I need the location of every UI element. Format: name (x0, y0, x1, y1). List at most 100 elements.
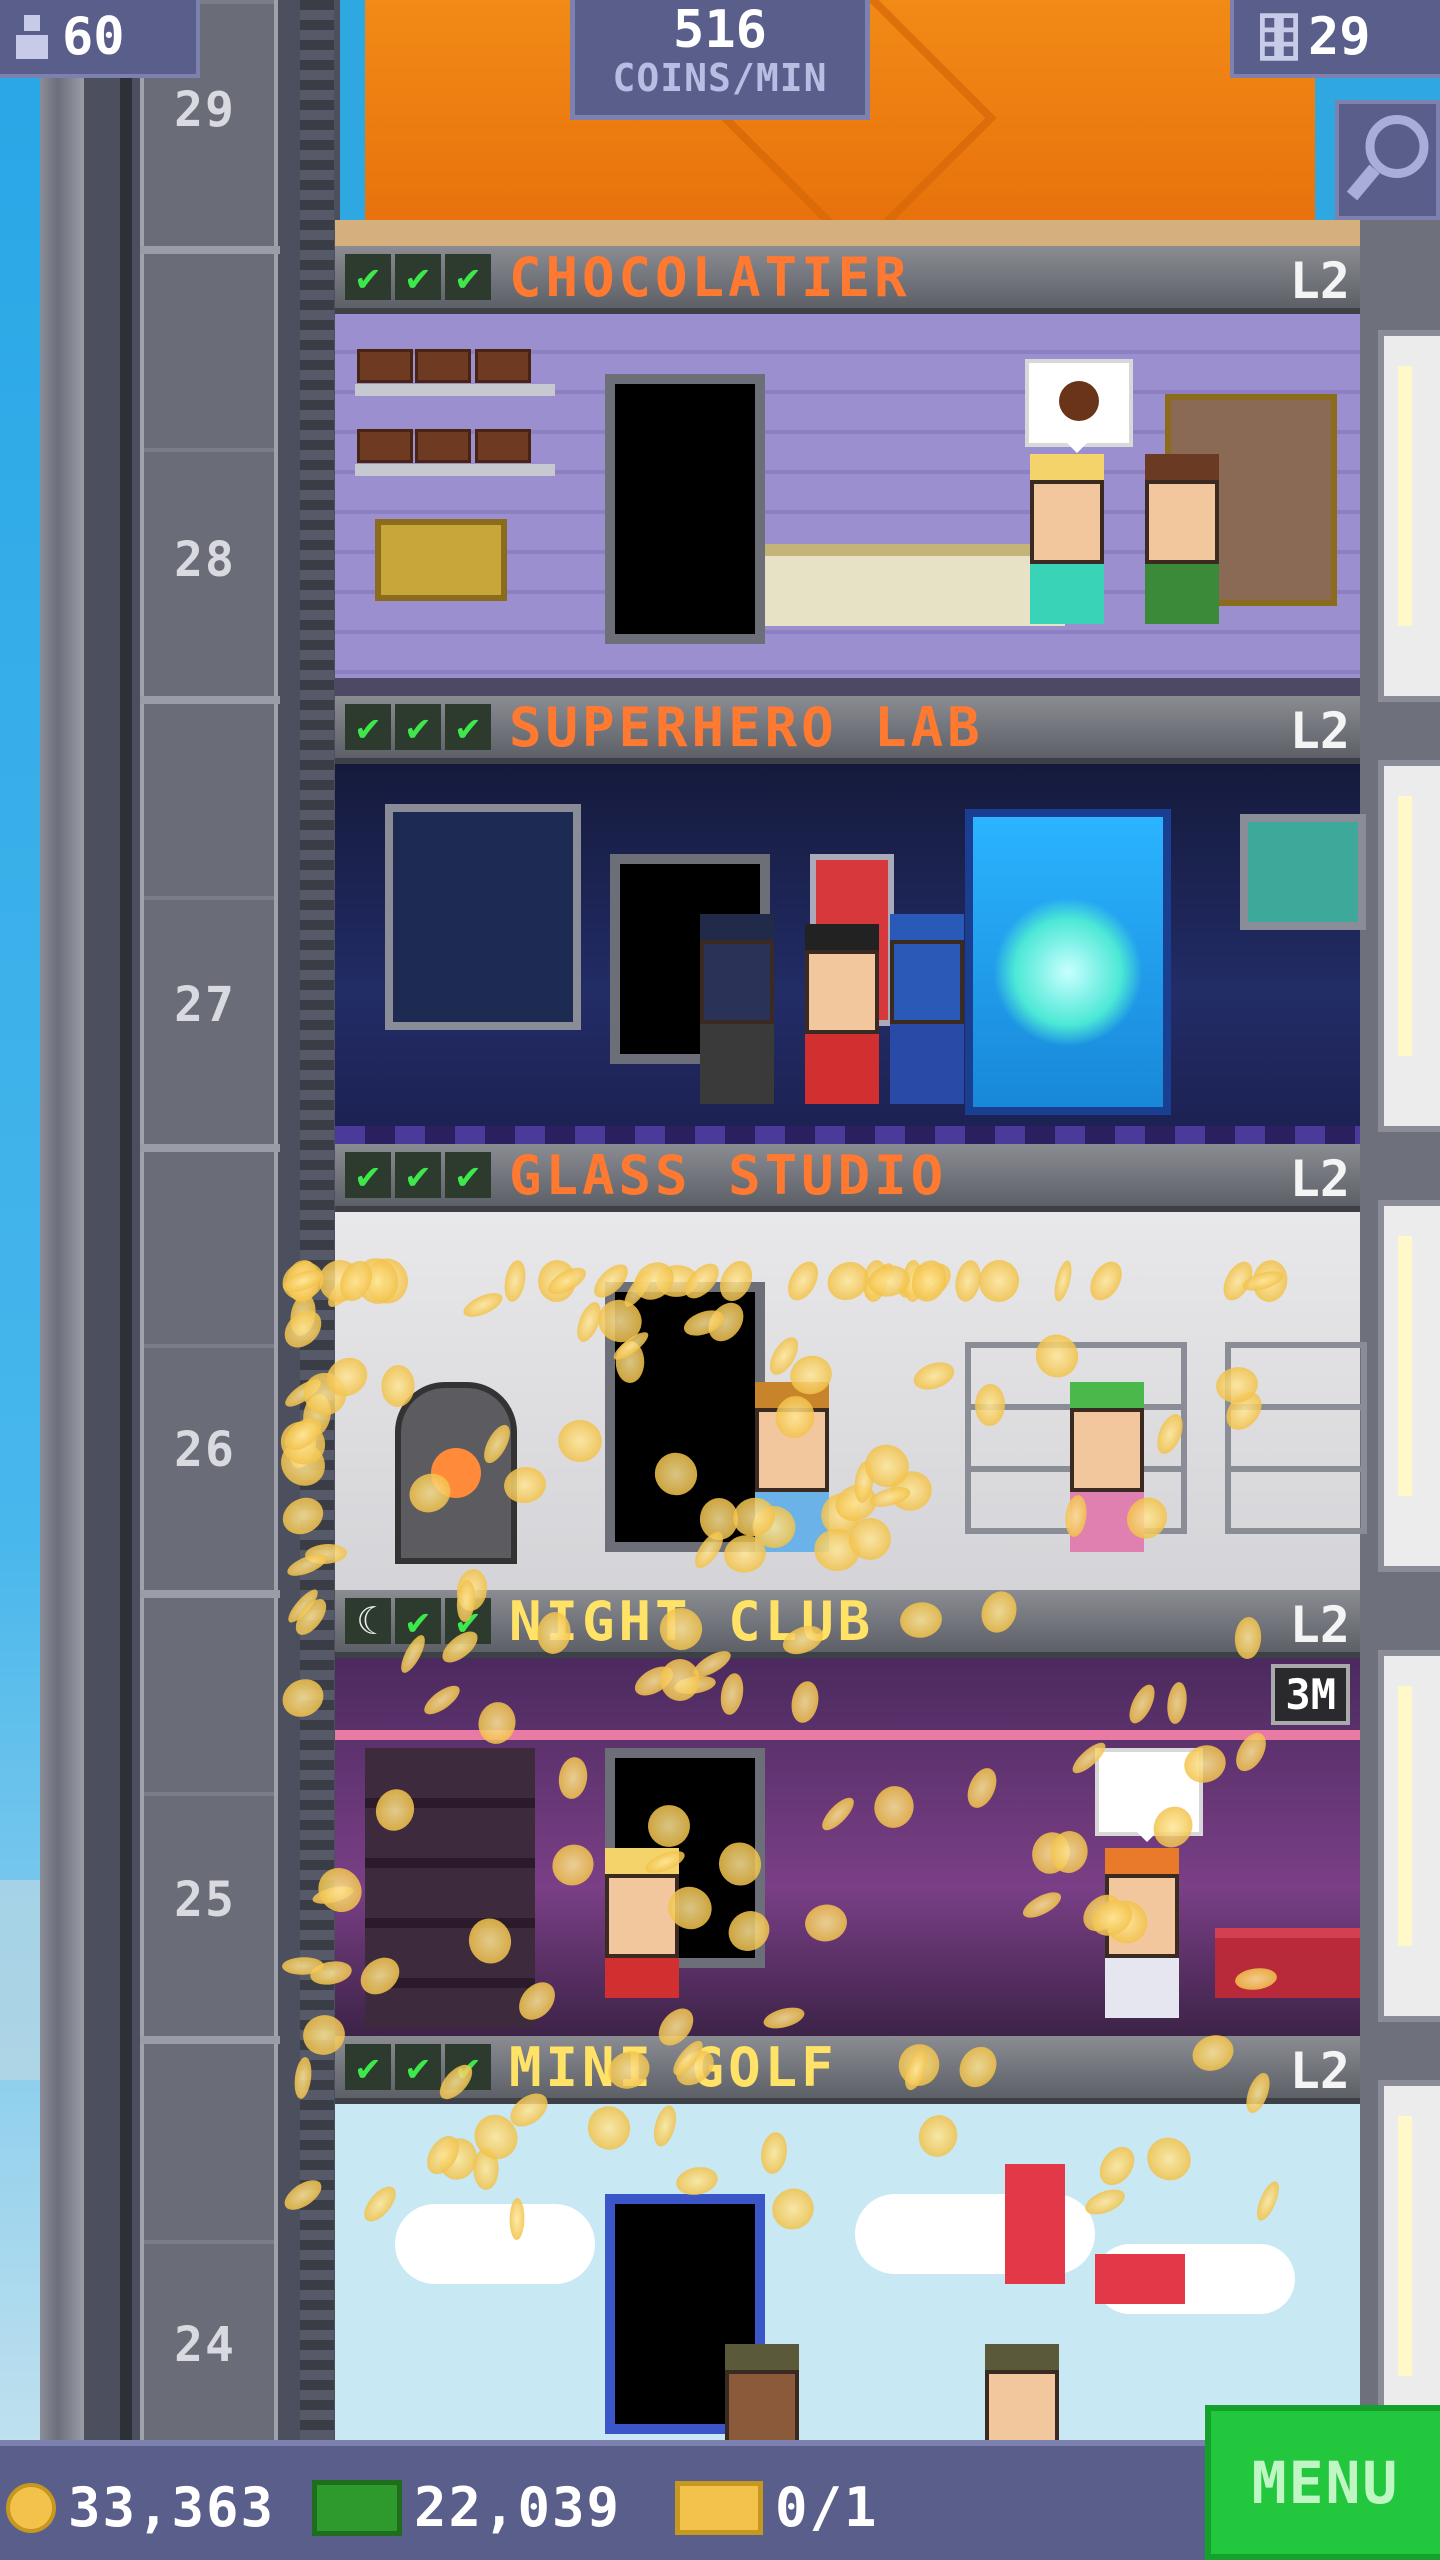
counter (765, 544, 1065, 626)
shaft-divider (140, 1144, 280, 1152)
side-window (1378, 1200, 1440, 1572)
bitizen[interactable] (1105, 1848, 1179, 2048)
chocolate-vat (375, 519, 507, 601)
stock-checks: ✔ ✔ ✔ (345, 254, 491, 300)
coin-icon (6, 2482, 56, 2533)
elevator-door (605, 374, 765, 644)
side-window (1378, 330, 1440, 702)
lounge-sofa (1215, 1928, 1360, 1998)
shaft-divider (140, 1590, 280, 1598)
ticket-balance[interactable]: 0/1 (675, 2476, 879, 2539)
speech-bubble[interactable] (1025, 359, 1133, 453)
mini-golf-building (1095, 2254, 1185, 2304)
chocolate-bar (415, 349, 471, 383)
check-icon: ✔ (395, 254, 441, 300)
hero-portal (965, 809, 1171, 1115)
floor-interior (335, 764, 1366, 1146)
population-value: 60 (62, 7, 125, 67)
floor-level: L2 (1289, 1596, 1350, 1654)
magnifier-icon (1346, 115, 1429, 201)
floor-level: L2 (1289, 252, 1350, 310)
world-map-screen (1240, 814, 1366, 930)
search-button[interactable] (1335, 100, 1440, 220)
side-window (1378, 1650, 1440, 2022)
floor-level: L2 (1289, 1150, 1350, 1208)
side-window (1378, 760, 1440, 1132)
elevator-column[interactable] (140, 0, 278, 2440)
coin-balance[interactable]: 33,363 (6, 2476, 275, 2539)
side-window (1378, 2080, 1440, 2452)
bux-icon (312, 2479, 402, 2536)
mini-golf-building (1005, 2164, 1065, 2284)
building-icon (1260, 13, 1298, 61)
bitizen[interactable] (1030, 454, 1104, 654)
shaft-divider (140, 696, 280, 704)
chocolate-bar (357, 429, 413, 463)
bux-balance[interactable]: 22,039 (312, 2476, 621, 2539)
check-icon: ✔ (445, 704, 491, 750)
population-counter[interactable]: 60 (0, 0, 200, 78)
hero-scanner-monitor (385, 804, 581, 1030)
floor-interior (335, 314, 1360, 696)
floor-name: GLASS STUDIO (509, 1143, 948, 1207)
check-icon: ✔ (395, 2044, 441, 2090)
check-icon: ✔ (395, 704, 441, 750)
floor-header: ☾ ✔ ✔ NIGHT CLUB L2 (335, 1590, 1360, 1658)
shelf (355, 384, 555, 396)
floor-superhero-lab[interactable]: ✔ ✔ ✔ SUPERHERO LAB L2 (335, 696, 1366, 1146)
ticket-balance-value: 0/1 (775, 2476, 879, 2539)
floor-number-25: 25 (174, 1872, 236, 1928)
floor-count-value: 29 (1308, 7, 1371, 67)
bux-balance-value: 22,039 (414, 2476, 622, 2539)
stock-checks: ✔ ✔ ✔ (345, 704, 491, 750)
cloud (395, 2204, 595, 2284)
glass-furnace (395, 1382, 517, 1564)
bitizen-captain[interactable] (890, 914, 964, 1114)
bitizen-batman[interactable] (700, 914, 774, 1114)
chocolate-bar (475, 349, 531, 383)
floor-number-26: 26 (174, 1422, 236, 1478)
chocolate-bar (357, 349, 413, 383)
floor-name: SUPERHERO LAB (509, 695, 984, 759)
floor-name: CHOCOLATIER (509, 245, 911, 309)
coins-per-minute-value: 516 (673, 0, 767, 60)
floor-number-28: 28 (174, 532, 236, 588)
floor-level: L2 (1289, 2042, 1350, 2100)
floor-level: L2 (1289, 702, 1350, 760)
stock-checks: ✔ ✔ ✔ (345, 1152, 491, 1198)
check-icon: ✔ (445, 254, 491, 300)
chocolate-bar (415, 429, 471, 463)
menu-button[interactable]: MENU (1205, 2405, 1440, 2560)
portal-glow (993, 897, 1143, 1047)
bitizen[interactable] (1070, 1382, 1144, 1582)
floor-number-27: 27 (174, 977, 236, 1033)
shaft-divider (140, 2036, 280, 2044)
ticket-icon (675, 2480, 763, 2535)
check-icon: ✔ (345, 254, 391, 300)
chocolate-bar (475, 429, 531, 463)
moon-icon: ☾ (345, 1598, 391, 1644)
shelf (355, 464, 555, 476)
coins-per-minute-label: COINS/MIN (612, 56, 828, 100)
floor-header: ✔ ✔ ✔ CHOCOLATIER L2 (335, 246, 1360, 314)
bitizen[interactable] (1145, 454, 1219, 654)
check-icon: ✔ (345, 1152, 391, 1198)
distant-building (0, 1880, 40, 2080)
coins-per-minute-panel[interactable]: 516 COINS/MIN (570, 0, 870, 120)
shaft-cable (120, 0, 132, 2440)
check-icon: ✔ (345, 704, 391, 750)
restock-timer[interactable]: 3M (1271, 1664, 1350, 1725)
coin-balance-value: 33,363 (68, 2476, 276, 2539)
chocolate-icon (1059, 381, 1099, 421)
floor-counter[interactable]: 29 (1230, 0, 1440, 78)
floor-number-24: 24 (174, 2317, 236, 2373)
check-icon: ✔ (395, 1152, 441, 1198)
bitizen-robin[interactable] (805, 924, 879, 1124)
person-icon (16, 15, 48, 59)
floor-base (335, 678, 1360, 696)
floor-chocolatier[interactable]: ✔ ✔ ✔ CHOCOLATIER L2 (335, 246, 1360, 696)
floor-header: ✔ ✔ ✔ SUPERHERO LAB L2 (335, 696, 1360, 764)
check-icon: ✔ (445, 1152, 491, 1198)
shaft-divider (140, 246, 280, 254)
floor-header: ✔ ✔ ✔ GLASS STUDIO L2 (335, 1144, 1360, 1212)
